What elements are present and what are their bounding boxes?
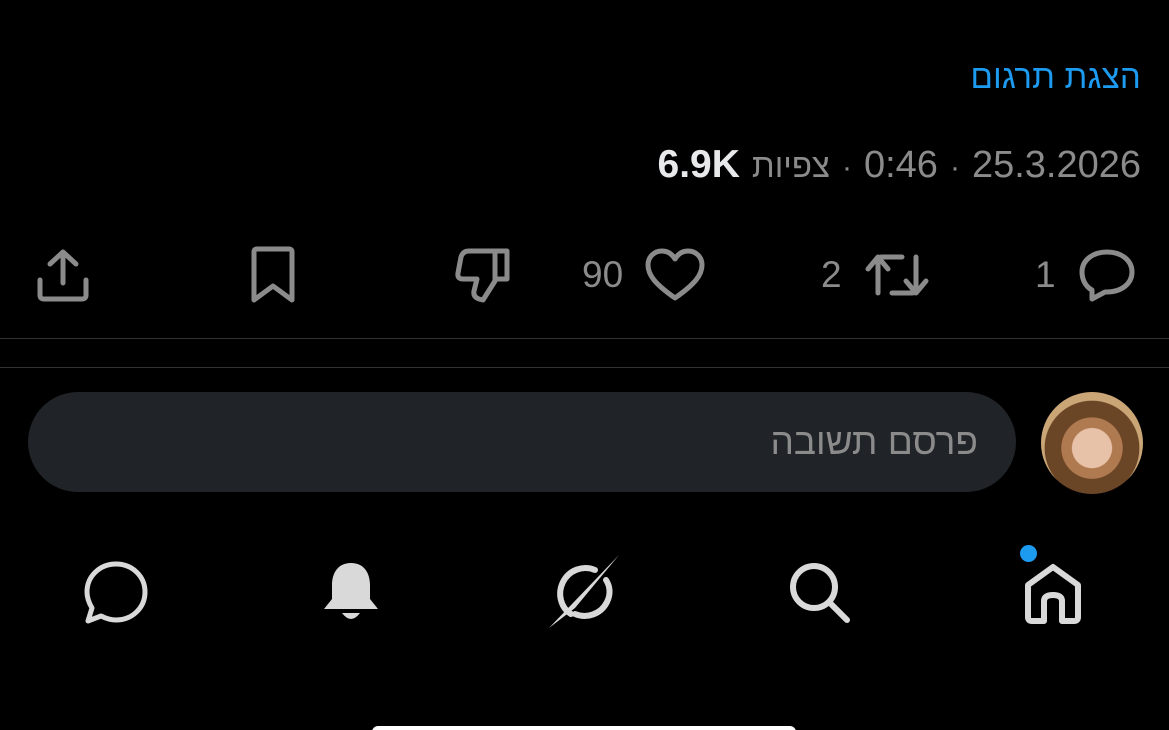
- share-button[interactable]: [36, 240, 90, 310]
- views-label: צפיות: [751, 147, 830, 184]
- reply-composer: [0, 390, 1169, 496]
- repost-icon: [865, 254, 929, 296]
- grok-icon: [549, 555, 619, 628]
- bookmark-icon: [251, 246, 295, 303]
- action-bar: 90 2 1: [0, 240, 1169, 310]
- tab-notifications[interactable]: [311, 552, 391, 632]
- show-translation-link[interactable]: הצגת תרגום: [970, 58, 1141, 96]
- divider: [0, 338, 1169, 339]
- divider: [0, 367, 1169, 368]
- post-meta: 25.3.2026 · 0:46 · צפיות 6.9K: [658, 143, 1141, 187]
- reply-count: 1: [1035, 254, 1056, 295]
- avatar[interactable]: [1041, 392, 1143, 494]
- tab-grok[interactable]: [545, 552, 625, 632]
- meta-separator: ·: [949, 151, 960, 184]
- heart-icon: [645, 248, 705, 301]
- reply-button[interactable]: 1: [1035, 240, 1136, 310]
- views-count[interactable]: 6.9K: [658, 143, 740, 187]
- bell-icon: [324, 563, 378, 619]
- meta-separator: ·: [841, 151, 852, 184]
- bottom-tab-bar: [0, 552, 1169, 632]
- home-indicator[interactable]: [372, 726, 796, 730]
- share-icon: [37, 249, 89, 302]
- like-count: 90: [582, 254, 624, 295]
- dislike-button[interactable]: [455, 240, 513, 310]
- reply-input[interactable]: [28, 392, 1016, 492]
- post-date: 25.3.2026: [971, 144, 1141, 186]
- thumbs-down-icon: [455, 248, 510, 303]
- tab-messages[interactable]: [76, 552, 156, 632]
- tab-search[interactable]: [779, 552, 859, 632]
- repost-count: 2: [821, 254, 842, 295]
- tab-home[interactable]: [1013, 552, 1093, 632]
- search-icon: [790, 563, 850, 623]
- post-detail-screen: הצגת תרגום 25.3.2026 · 0:46 · צפיות 6.9K: [0, 0, 1169, 730]
- repost-button[interactable]: 2: [821, 240, 930, 310]
- chat-bubble-icon: [84, 561, 148, 624]
- post-time: 0:46: [863, 144, 938, 186]
- home-notification-dot: [1020, 545, 1037, 562]
- comment-icon: [1079, 249, 1135, 302]
- bookmark-button[interactable]: [248, 240, 298, 310]
- home-icon: [1025, 564, 1081, 624]
- like-button[interactable]: 90: [582, 240, 705, 310]
